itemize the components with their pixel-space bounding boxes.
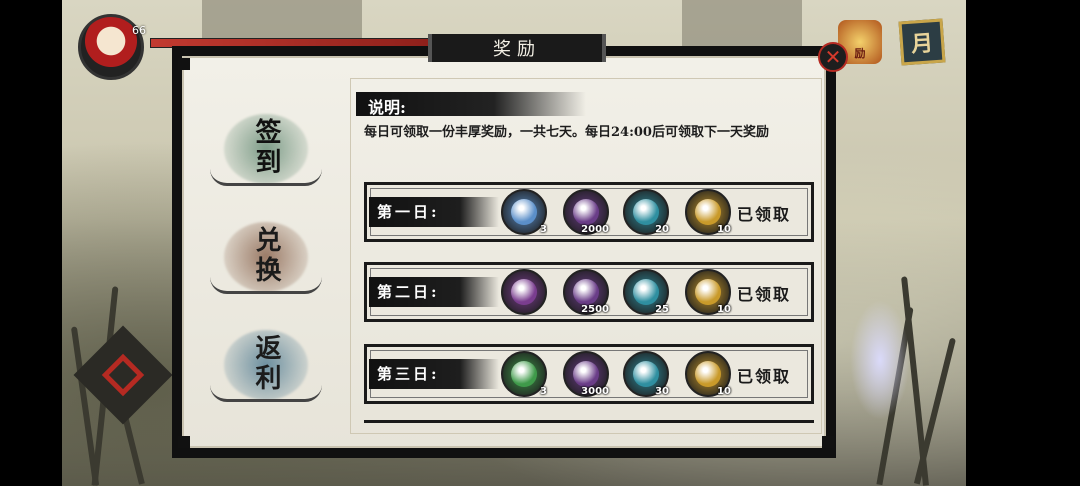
reward-item[interactable]: 30: [623, 351, 669, 397]
gold-ingot-icon: [695, 361, 721, 387]
corner-pin: [178, 436, 190, 448]
claimed-status: 已领取: [737, 285, 792, 304]
close-button[interactable]: ✕: [818, 42, 848, 72]
coin-icon: [573, 361, 599, 387]
reward-item[interactable]: 10: [685, 189, 731, 235]
day-row: 第二日: 2500 25 10 已领取: [364, 262, 814, 322]
green-potion-icon: [511, 361, 537, 387]
day-label: 第二日:: [377, 283, 440, 301]
next-day-row-partial: [364, 420, 814, 433]
player-level: 66: [132, 24, 146, 37]
reward-item[interactable]: 20: [623, 189, 669, 235]
monthly-card-button[interactable]: 月: [898, 18, 946, 66]
reward-item[interactable]: 25: [623, 269, 669, 315]
corner-pin: [178, 58, 190, 70]
tab-label: 签到: [251, 118, 281, 178]
pill-bag-icon: [511, 199, 537, 225]
reward-item[interactable]: 10: [685, 351, 731, 397]
blue-flame-icon: [633, 279, 659, 305]
reward-item[interactable]: 3: [501, 351, 547, 397]
day-label: 第一日:: [377, 203, 440, 221]
item-count: 3000: [581, 386, 609, 397]
monthly-card-label: 月: [910, 30, 935, 58]
item-count: 25: [655, 304, 669, 315]
claimed-status: 已领取: [737, 367, 792, 386]
corner-pin: [822, 436, 834, 448]
item-count: 10: [717, 224, 731, 235]
claimed-status: 已领取: [737, 205, 792, 224]
gold-ingot-icon: [695, 199, 721, 225]
coin-icon: [573, 279, 599, 305]
reward-item[interactable]: 2000: [563, 189, 609, 235]
item-count: 2000: [581, 224, 609, 235]
reward-item[interactable]: 2500: [563, 269, 609, 315]
item-count: 10: [717, 386, 731, 397]
blue-flame-icon: [633, 361, 659, 387]
tab-label: 兑换: [251, 226, 281, 286]
description-text: 每日可领取一份丰厚奖励，一共七天。每日24:00后可领取下一天奖励: [364, 125, 769, 140]
day-row: 第一日: 3 2000 20 10 已领取: [364, 182, 814, 242]
dialog-title-banner: 奖励: [428, 34, 606, 62]
reward-button-label: 励: [854, 47, 866, 60]
day-row: 第三日: 3 3000 30 10 已领取: [364, 344, 814, 404]
weapon-icon: [511, 279, 537, 305]
item-count: 10: [717, 304, 731, 315]
reward-item[interactable]: 3: [501, 189, 547, 235]
reward-item[interactable]: [501, 269, 547, 315]
tab-rebate[interactable]: 返利: [206, 320, 326, 408]
reward-item[interactable]: 10: [685, 269, 731, 315]
tab-sign-in[interactable]: 签到: [206, 104, 326, 192]
item-count: 20: [655, 224, 669, 235]
coin-icon: [573, 199, 599, 225]
blue-flame-icon: [633, 199, 659, 225]
light-glow: [850, 300, 910, 420]
description-label: 说明:: [368, 98, 406, 117]
item-count: 2500: [581, 304, 609, 315]
dialog-title: 奖励: [493, 39, 541, 60]
gold-ingot-icon: [695, 279, 721, 305]
close-icon: ✕: [824, 45, 842, 69]
tab-exchange[interactable]: 兑换: [206, 212, 326, 300]
item-count: 30: [655, 386, 669, 397]
reward-item[interactable]: 3000: [563, 351, 609, 397]
item-count: 3: [540, 386, 547, 397]
item-count: 3: [540, 224, 547, 235]
day-label: 第三日:: [377, 365, 440, 383]
tab-label: 返利: [251, 334, 281, 394]
